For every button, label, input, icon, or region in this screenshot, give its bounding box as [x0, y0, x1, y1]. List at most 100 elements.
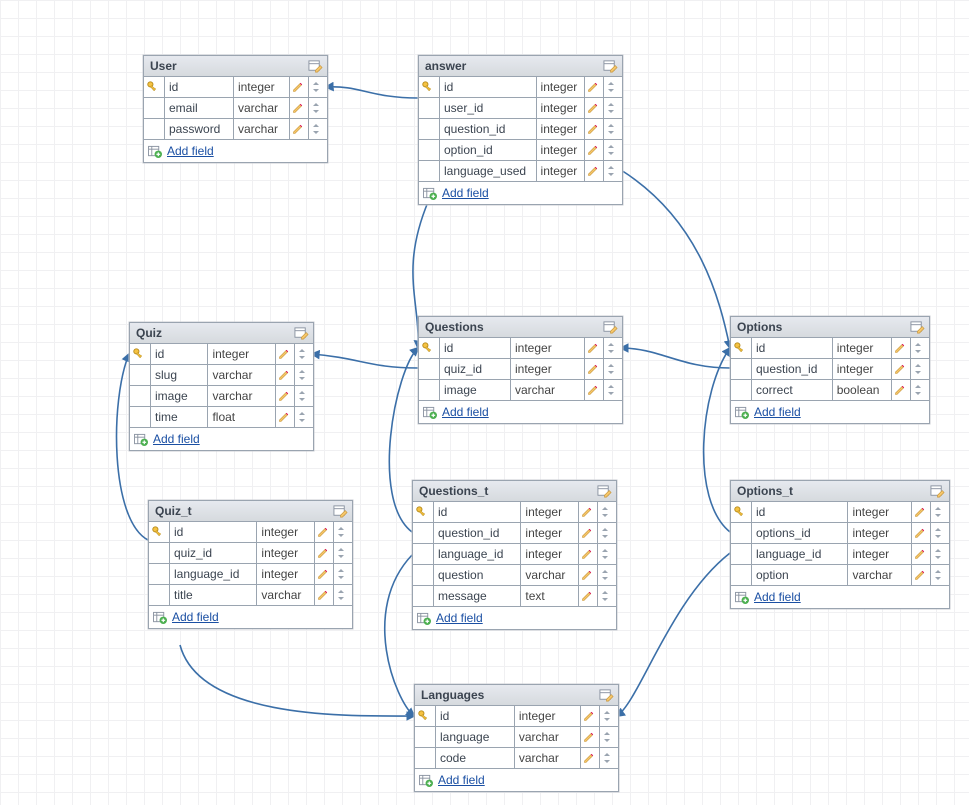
edit-field-cell[interactable] [892, 359, 911, 380]
sort-icon[interactable] [336, 568, 350, 580]
reorder-field-cell[interactable] [309, 77, 328, 98]
pencil-icon[interactable] [317, 589, 331, 601]
pencil-icon[interactable] [581, 548, 595, 560]
edit-field-cell[interactable] [581, 706, 600, 727]
pencil-icon[interactable] [278, 390, 292, 402]
sort-icon[interactable] [336, 547, 350, 559]
table-header[interactable]: Questions [419, 317, 622, 338]
table-header[interactable]: Options [731, 317, 929, 338]
edit-field-cell[interactable] [585, 161, 604, 182]
table-row[interactable]: question_idinteger [413, 523, 616, 544]
table-row[interactable]: language_usedinteger [419, 161, 622, 182]
sort-icon[interactable] [933, 506, 947, 518]
edit-table-icon[interactable] [294, 326, 309, 341]
pencil-icon[interactable] [583, 752, 597, 764]
pencil-icon[interactable] [317, 526, 331, 538]
sort-icon[interactable] [600, 569, 614, 581]
table-row[interactable]: options_idinteger [731, 523, 949, 544]
edit-field-cell[interactable] [892, 338, 911, 359]
reorder-field-cell[interactable] [604, 359, 623, 380]
add-field-link[interactable]: Add field [442, 405, 489, 419]
reorder-field-cell[interactable] [598, 544, 617, 565]
table-row[interactable]: passwordvarchar [144, 119, 327, 140]
pencil-icon[interactable] [278, 411, 292, 423]
table-row[interactable]: quiz_idinteger [149, 543, 352, 564]
sort-icon[interactable] [913, 363, 927, 375]
reorder-field-cell[interactable] [309, 98, 328, 119]
sort-icon[interactable] [606, 342, 620, 354]
table-row[interactable]: idinteger [419, 338, 622, 359]
reorder-field-cell[interactable] [598, 565, 617, 586]
table-row[interactable]: messagetext [413, 586, 616, 607]
table-header[interactable]: User [144, 56, 327, 77]
edit-field-cell[interactable] [579, 586, 598, 607]
pencil-icon[interactable] [587, 144, 601, 156]
sort-icon[interactable] [311, 123, 325, 135]
add-field-link[interactable]: Add field [167, 144, 214, 158]
pencil-icon[interactable] [587, 384, 601, 396]
reorder-field-cell[interactable] [295, 365, 314, 386]
table-row[interactable]: optionvarchar [731, 565, 949, 586]
table-row[interactable]: idinteger [130, 344, 313, 365]
pencil-icon[interactable] [292, 102, 306, 114]
reorder-field-cell[interactable] [931, 502, 950, 523]
table-row[interactable]: codevarchar [415, 748, 618, 769]
sort-icon[interactable] [933, 548, 947, 560]
table-row[interactable]: questionvarchar [413, 565, 616, 586]
sort-icon[interactable] [606, 81, 620, 93]
edit-field-cell[interactable] [585, 98, 604, 119]
sort-icon[interactable] [933, 569, 947, 581]
edit-field-cell[interactable] [581, 727, 600, 748]
edit-field-cell[interactable] [290, 119, 309, 140]
pencil-icon[interactable] [914, 527, 928, 539]
table-row[interactable]: question_idinteger [731, 359, 929, 380]
table-row[interactable]: idinteger [149, 522, 352, 543]
edit-field-cell[interactable] [315, 543, 334, 564]
edit-table-icon[interactable] [910, 320, 925, 335]
table-row[interactable]: timefloat [130, 407, 313, 428]
sort-icon[interactable] [600, 548, 614, 560]
pencil-icon[interactable] [581, 506, 595, 518]
table-quiz[interactable]: Quizidintegerslugvarcharimagevarchartime… [129, 322, 314, 451]
pencil-icon[interactable] [587, 123, 601, 135]
reorder-field-cell[interactable] [604, 161, 623, 182]
table-row[interactable]: slugvarchar [130, 365, 313, 386]
pencil-icon[interactable] [292, 81, 306, 93]
pencil-icon[interactable] [583, 731, 597, 743]
sort-icon[interactable] [913, 342, 927, 354]
reorder-field-cell[interactable] [604, 77, 623, 98]
sort-icon[interactable] [297, 348, 311, 360]
reorder-field-cell[interactable] [600, 727, 619, 748]
table-questions[interactable]: Questionsidintegerquiz_idintegerimagevar… [418, 316, 623, 424]
edit-field-cell[interactable] [585, 359, 604, 380]
pencil-icon[interactable] [587, 165, 601, 177]
reorder-field-cell[interactable] [334, 564, 353, 585]
sort-icon[interactable] [297, 411, 311, 423]
pencil-icon[interactable] [581, 569, 595, 581]
edit-field-cell[interactable] [912, 523, 931, 544]
edit-field-cell[interactable] [276, 407, 295, 428]
reorder-field-cell[interactable] [334, 543, 353, 564]
table-row[interactable]: emailvarchar [144, 98, 327, 119]
table-questions_t[interactable]: Questions_tidintegerquestion_idintegerla… [412, 480, 617, 630]
pencil-icon[interactable] [581, 590, 595, 602]
reorder-field-cell[interactable] [911, 338, 930, 359]
edit-field-cell[interactable] [315, 522, 334, 543]
edit-field-cell[interactable] [579, 544, 598, 565]
sort-icon[interactable] [606, 363, 620, 375]
pencil-icon[interactable] [894, 342, 908, 354]
sort-icon[interactable] [606, 102, 620, 114]
edit-field-cell[interactable] [585, 380, 604, 401]
table-row[interactable]: quiz_idinteger [419, 359, 622, 380]
reorder-field-cell[interactable] [309, 119, 328, 140]
pencil-icon[interactable] [278, 348, 292, 360]
sort-icon[interactable] [336, 526, 350, 538]
pencil-icon[interactable] [587, 342, 601, 354]
table-row[interactable]: idinteger [144, 77, 327, 98]
reorder-field-cell[interactable] [295, 407, 314, 428]
add-field-link[interactable]: Add field [442, 186, 489, 200]
add-field-link[interactable]: Add field [754, 405, 801, 419]
table-row[interactable]: language_idinteger [413, 544, 616, 565]
reorder-field-cell[interactable] [598, 586, 617, 607]
pencil-icon[interactable] [914, 569, 928, 581]
